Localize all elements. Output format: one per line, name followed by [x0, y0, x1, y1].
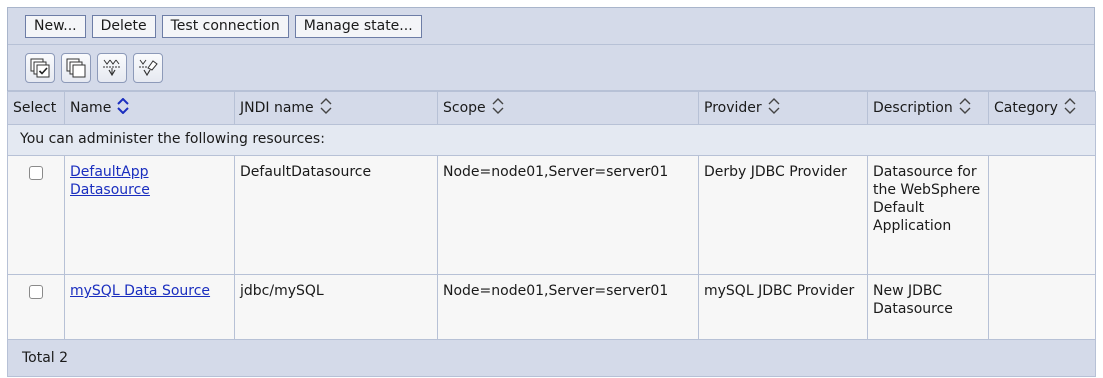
column-header-category[interactable]: Category [988, 91, 1096, 125]
category-cell [988, 155, 1096, 275]
datasource-link[interactable]: DefaultApp Datasource [70, 164, 150, 198]
resources-table: Select Name JNDI name Scope Provider Des… [7, 91, 1096, 377]
sort-icon[interactable] [768, 98, 780, 118]
delete-button[interactable]: Delete [91, 14, 156, 38]
provider-cell: mySQL JDBC Provider [698, 274, 868, 340]
provider-cell: Derby JDBC Provider [698, 155, 868, 275]
column-header-description[interactable]: Description [867, 91, 989, 125]
description-cell: Datasource for the WebSphere Default App… [867, 155, 989, 275]
info-row: You can administer the following resourc… [7, 124, 1096, 156]
row-checkbox[interactable] [29, 166, 43, 180]
info-text: You can administer the following resourc… [7, 124, 1096, 156]
row-checkbox[interactable] [29, 285, 43, 299]
new-button[interactable]: New... [25, 14, 86, 38]
row-select-cell [7, 155, 65, 275]
category-cell [988, 274, 1096, 340]
footer-row: Total 2 [7, 339, 1096, 377]
description-cell: New JDBC Datasource [867, 274, 989, 340]
sort-active-icon[interactable] [117, 97, 130, 118]
test-connection-button[interactable]: Test connection [161, 14, 289, 38]
table-row: DefaultApp Datasource DefaultDatasource … [7, 155, 1096, 275]
total-count: Total 2 [7, 339, 1096, 377]
scope-cell: Node=node01,Server=server01 [437, 274, 699, 340]
column-header-select: Select [7, 91, 65, 125]
clear-filter-icon[interactable] [133, 52, 163, 83]
scope-cell: Node=node01,Server=server01 [437, 155, 699, 275]
jndi-cell: jdbc/mySQL [234, 274, 438, 340]
column-header-provider[interactable]: Provider [698, 91, 868, 125]
column-header-name[interactable]: Name [64, 91, 235, 125]
expand-filter-icon[interactable] [97, 52, 127, 83]
column-header-jndi[interactable]: JNDI name [234, 91, 438, 125]
name-cell: DefaultApp Datasource [64, 155, 235, 275]
resources-panel: New... Delete Test connection Manage sta… [7, 7, 1096, 377]
jndi-cell: DefaultDatasource [234, 155, 438, 275]
sort-icon[interactable] [959, 98, 971, 118]
sort-icon[interactable] [320, 98, 332, 118]
deselect-all-icon[interactable] [61, 52, 91, 83]
sort-icon[interactable] [1064, 98, 1076, 118]
action-toolbar: New... Delete Test connection Manage sta… [8, 8, 1094, 45]
icon-toolbar [8, 45, 1094, 91]
sort-icon[interactable] [492, 98, 504, 118]
table-row: mySQL Data Source jdbc/mySQL Node=node01… [7, 274, 1096, 340]
name-cell: mySQL Data Source [64, 274, 235, 340]
column-header-scope[interactable]: Scope [437, 91, 699, 125]
select-all-icon[interactable] [25, 52, 55, 83]
row-select-cell [7, 274, 65, 340]
datasource-link[interactable]: mySQL Data Source [70, 283, 210, 299]
manage-state-button[interactable]: Manage state... [294, 14, 422, 38]
table-header-row: Select Name JNDI name Scope Provider Des… [7, 91, 1096, 125]
